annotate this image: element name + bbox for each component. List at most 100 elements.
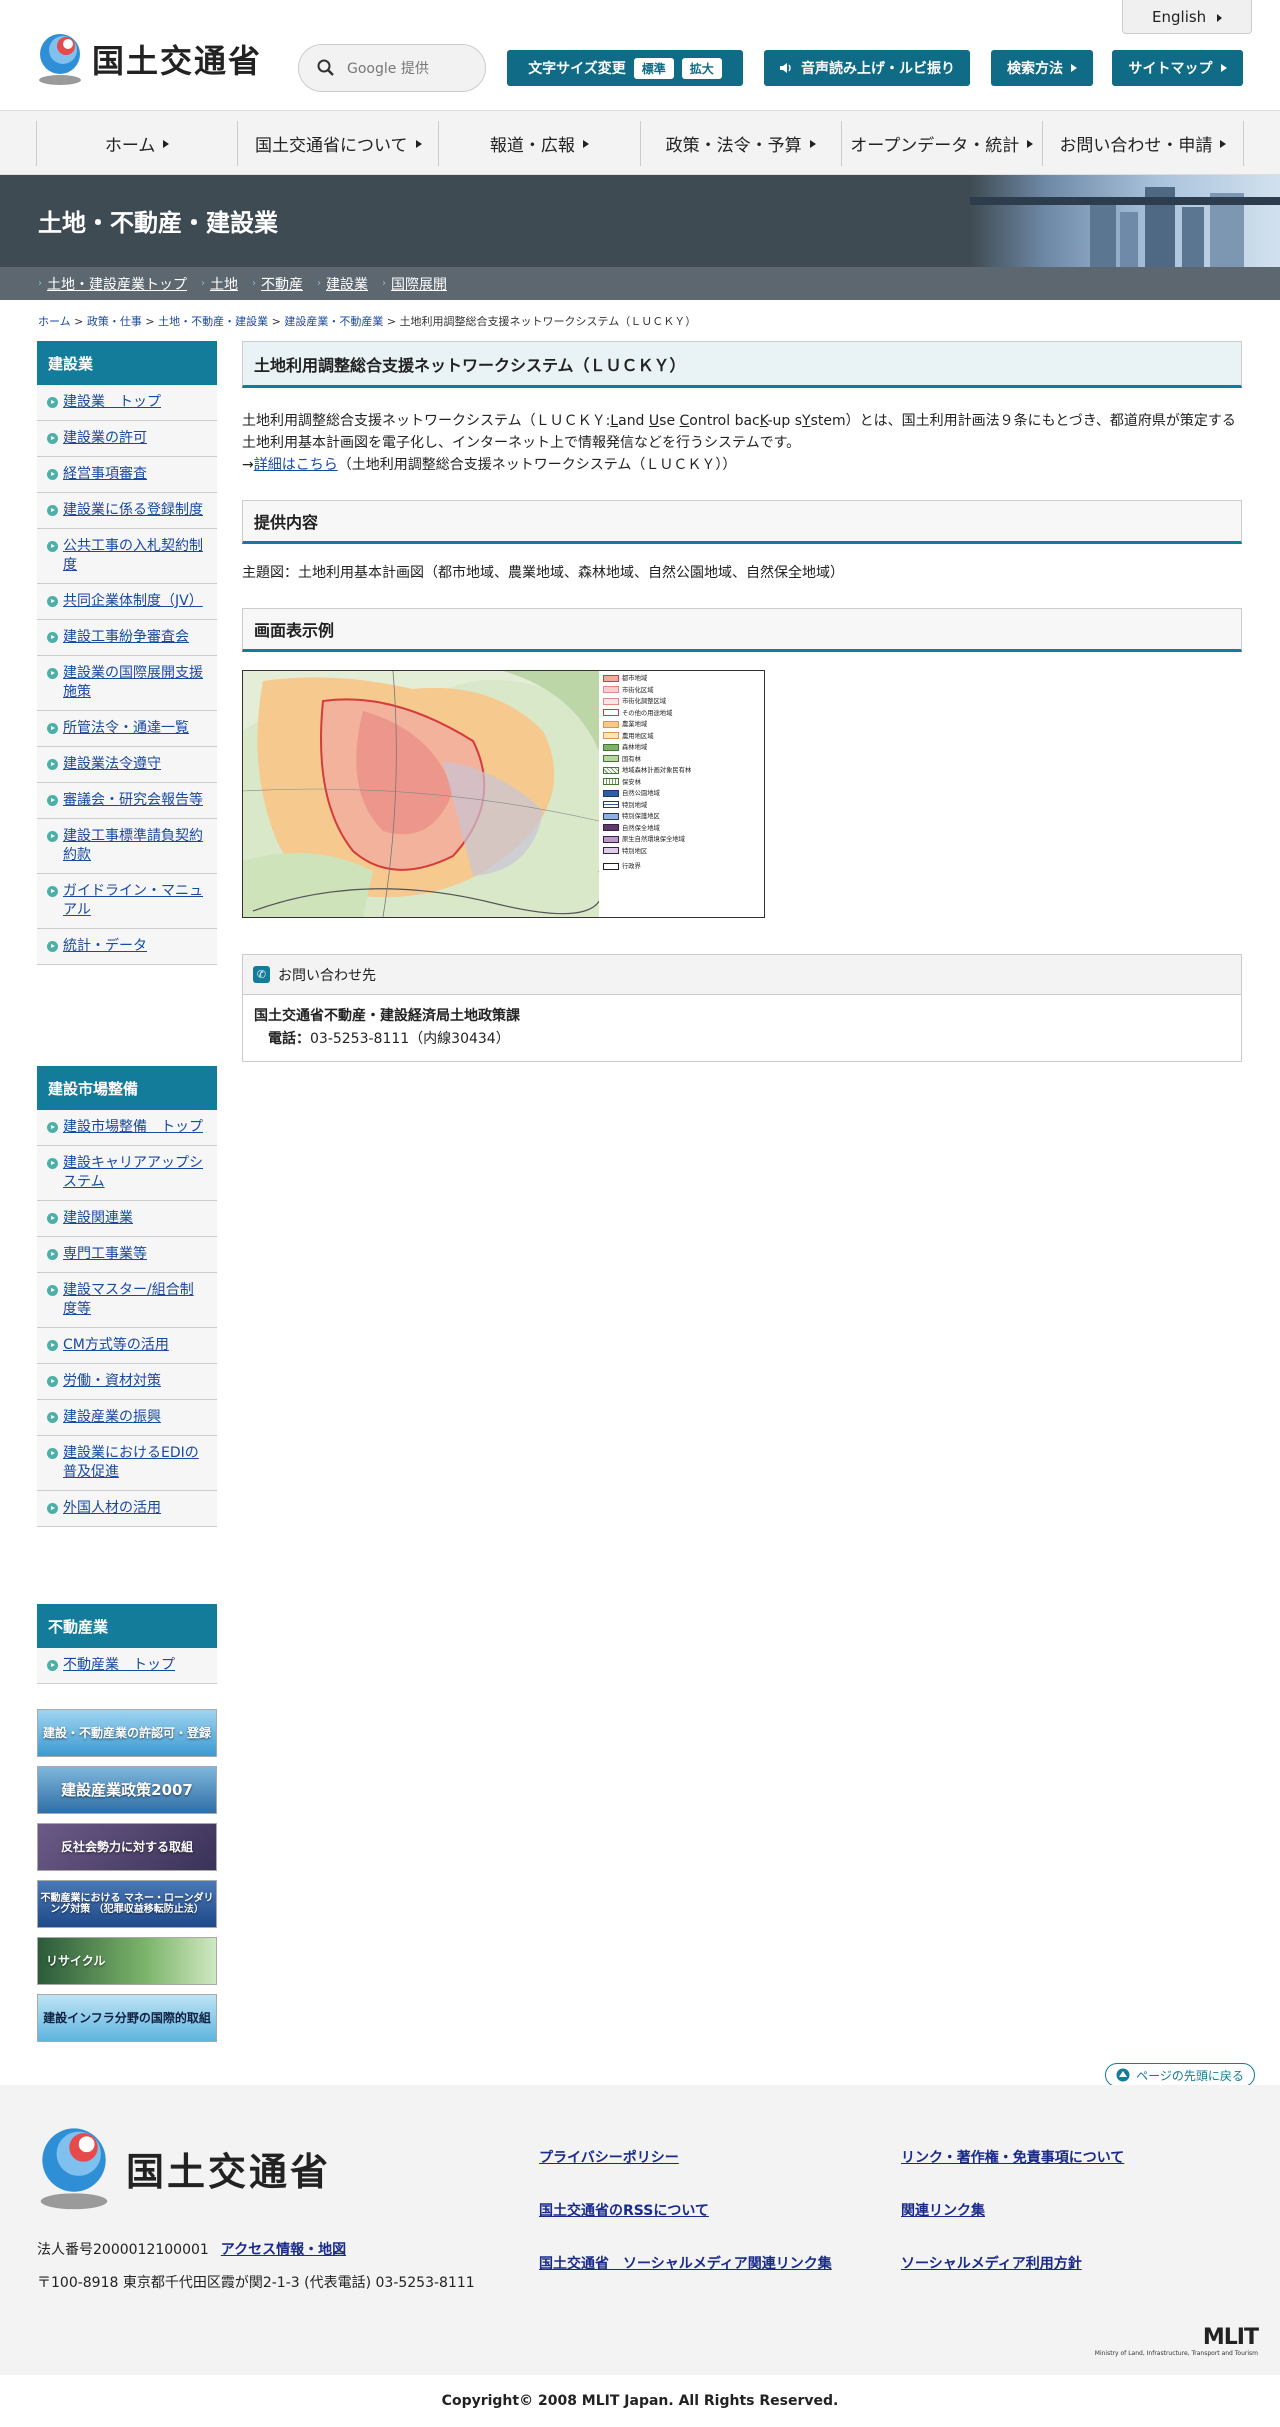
font-size-large-button[interactable]: 拡大 [681,57,722,79]
sidebar-item[interactable]: 建設業に係る登録制度 [37,493,217,529]
sidebar-link[interactable]: 不動産業 トップ [63,1657,175,1673]
subnav-label: 不動産 [261,276,303,293]
site-logo[interactable]: 国土交通省 [36,32,262,86]
sidebar-link[interactable]: 建設キャリアアップシステム [63,1155,203,1190]
sidebar-item[interactable]: 公共工事の入札契約制度 [37,529,217,584]
sidebar-item[interactable]: 統計・データ [37,929,217,965]
copyright-link[interactable]: リンク・著作権・免責事項について [901,2147,1124,2167]
sidebar-item[interactable]: 建設キャリアアップシステム [37,1146,217,1201]
search-placeholder[interactable]: Google 提供 [347,58,429,78]
sidebar-item[interactable]: 建設工事標準請負契約約款 [37,819,217,874]
search-icon[interactable] [317,59,335,77]
sidebar-item[interactable]: 建設工事紛争審査会 [37,620,217,656]
sidebar-item[interactable]: 建設業法令遵守 [37,747,217,783]
banner-money-laundering[interactable]: 不動産業における マネー・ローンダリング対策 （犯罪収益移転防止法） [37,1880,217,1928]
breadcrumb-link[interactable]: 建設産業・不動産業 [284,315,383,328]
font-size-normal-button[interactable]: 標準 [633,57,674,79]
sidebar-link[interactable]: 建設工事紛争審査会 [63,629,189,645]
sidebar-link[interactable]: 外国人材の活用 [63,1500,161,1516]
sidebar-item[interactable]: 建設業におけるEDIの普及促進 [37,1436,217,1491]
search-box[interactable]: Google 提供 [298,44,486,92]
subnav-link[interactable]: › 土地 [201,274,238,294]
sidebar-link[interactable]: 統計・データ [63,938,147,954]
banner-permits[interactable]: 建設・不動産業の許認可・登録 [37,1709,217,1757]
acronym-letter: U [648,413,660,429]
sidebar-link[interactable]: 建設業の許可 [63,430,147,446]
sidebar-item[interactable]: 建設業の許可 [37,421,217,457]
sidebar-item[interactable]: 建設産業の振興 [37,1400,217,1436]
back-to-top-button[interactable]: ページの先頭に戻る [1105,2063,1255,2087]
sidebar-item[interactable]: 共同企業体制度（JV） [37,584,217,620]
social-media-policy-link[interactable]: ソーシャルメディア利用方針 [901,2253,1082,2273]
sidebar-item[interactable]: CM方式等の活用 [37,1328,217,1364]
sidebar-link[interactable]: 共同企業体制度（JV） [63,593,203,609]
sidebar-link[interactable]: 審議会・研究会報告等 [63,792,203,808]
sidebar-link[interactable]: 建設業 トップ [63,394,161,410]
nav-opendata[interactable]: オープンデータ・統計 [840,121,1042,166]
mlit-logo-icon [40,2128,108,2210]
sidebar-link[interactable]: 労働・資材対策 [63,1373,161,1389]
sidebar-link[interactable]: 建設関連業 [63,1210,133,1226]
sidebar-item[interactable]: 不動産業 トップ [37,1648,217,1684]
nav-press[interactable]: 報道・広報 [438,121,639,166]
sidebar-link[interactable]: 建設工事標準請負契約約款 [63,828,203,863]
nav-policy[interactable]: 政策・法令・予算 [639,121,841,166]
sidebar-item[interactable]: 建設業の国際展開支援施策 [37,656,217,711]
related-links-link[interactable]: 関連リンク集 [901,2200,985,2220]
sidebar-item[interactable]: 建設関連業 [37,1201,217,1237]
privacy-policy-link[interactable]: プライバシーポリシー [539,2147,679,2167]
banner-international[interactable]: 建設インフラ分野の国際的取組 [37,1994,217,2042]
subnav-link[interactable]: › 建設業 [317,274,368,294]
banner-antisocial[interactable]: 反社会勢力に対する取組 [37,1823,217,1871]
banner-policy-2007[interactable]: 建設産業政策2007 [37,1766,217,1814]
english-button[interactable]: English [1122,0,1252,34]
sidebar-item[interactable]: 労働・資材対策 [37,1364,217,1400]
sidebar-link[interactable]: 公共工事の入札契約制度 [63,538,203,573]
sidebar-link[interactable]: ガイドライン・マニュアル [63,883,203,918]
sidebar-link[interactable]: 建設産業の振興 [63,1409,161,1425]
breadcrumb-link[interactable]: 政策・仕事 [87,315,142,328]
sidebar-link[interactable]: 建設業法令遵守 [63,756,161,772]
sidebar-link[interactable]: 建設業に係る登録制度 [63,502,203,518]
sidebar-link[interactable]: 所管法令・通達一覧 [63,720,189,736]
sidebar-link[interactable]: 建設市場整備 トップ [63,1119,203,1135]
sidebar-link[interactable]: CM方式等の活用 [63,1337,169,1353]
sidebar-item[interactable]: 所管法令・通達一覧 [37,711,217,747]
sidebar-link[interactable]: 建設マスター/組合制度等 [63,1282,194,1317]
sidebar-link[interactable]: 専門工事業等 [63,1246,147,1262]
detail-link[interactable]: 詳細はこちら [254,457,338,473]
cityscape-image [970,175,1280,267]
sidebar-item[interactable]: 専門工事業等 [37,1237,217,1273]
sidebar-item[interactable]: 審議会・研究会報告等 [37,783,217,819]
sidebar-item[interactable]: 外国人材の活用 [37,1491,217,1527]
nav-about[interactable]: 国土交通省について [237,121,438,166]
nav-home[interactable]: ホーム [36,121,237,166]
breadcrumb-link[interactable]: ホーム [38,315,71,328]
nav-contact[interactable]: お問い合わせ・申請 [1041,121,1245,166]
subnav-link[interactable]: › 不動産 [252,274,303,294]
search-method-label: 検索方法 [1007,61,1063,77]
sidebar-link[interactable]: 建設業におけるEDIの普及促進 [63,1445,199,1480]
sidebar-link[interactable]: 経営事項審査 [63,466,147,482]
banner-recycle[interactable]: リサイクル [37,1937,217,1985]
sidebar-item[interactable]: 経営事項審査 [37,457,217,493]
social-media-links-link[interactable]: 国土交通省 ソーシャルメディア関連リンク集 [539,2253,832,2273]
bullet-arrow-icon [47,1503,58,1514]
breadcrumb-link[interactable]: 土地・不動産・建設業 [158,315,268,328]
sidebar-item[interactable]: 建設市場整備 トップ [37,1110,217,1146]
legend-label: その他の用途地域 [622,709,673,717]
sidebar-link[interactable]: 建設業の国際展開支援施策 [63,665,203,700]
access-map-link[interactable]: アクセス情報・地図 [221,2242,346,2258]
voice-ruby-button[interactable]: 音声読み上げ・ルビ振り [764,50,970,86]
subnav-link[interactable]: › 土地・建設産業トップ [38,274,187,294]
sitemap-button[interactable]: サイトマップ [1112,50,1243,86]
contact-phone: 電話：03-5253-8111（内線30434） [254,1028,1230,1051]
intro-text: 土地利用調整総合支援ネットワークシステム（ＬＵＣＫＹ: [242,413,611,429]
sidebar-item[interactable]: ガイドライン・マニュアル [37,874,217,929]
subnav-link[interactable]: › 国際展開 [382,274,447,294]
sidebar-item[interactable]: 建設業 トップ [37,385,217,421]
sidebar-item[interactable]: 建設マスター/組合制度等 [37,1273,217,1328]
rss-link[interactable]: 国土交通省のRSSについて [539,2200,709,2220]
search-method-button[interactable]: 検索方法 [991,50,1093,86]
footer-logo[interactable]: 国土交通省 [36,2125,331,2211]
